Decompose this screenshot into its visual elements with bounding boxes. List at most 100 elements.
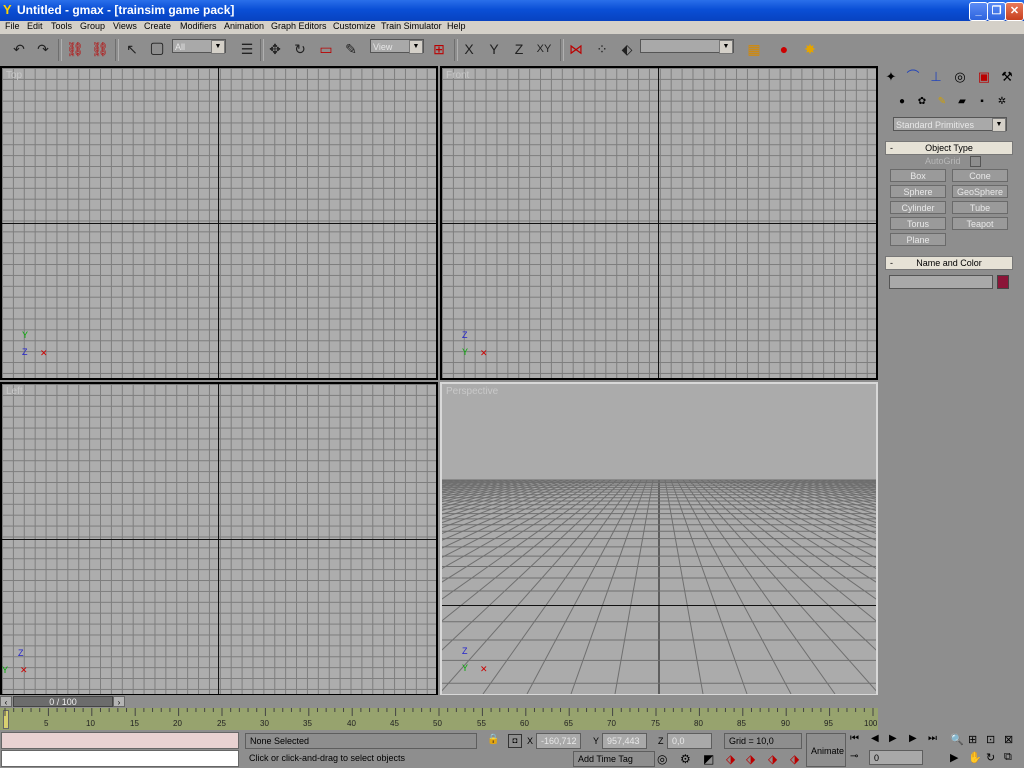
viewport-top[interactable]: Top Y Z ✕: [0, 66, 438, 380]
sphere-button[interactable]: Sphere: [890, 185, 946, 198]
scale-icon[interactable]: ▭: [317, 40, 335, 58]
plane-button[interactable]: Plane: [890, 233, 946, 246]
modify-tab-icon[interactable]: ⌒: [904, 68, 922, 86]
goto-start-icon[interactable]: ⏮: [850, 733, 859, 744]
motion-tab-icon[interactable]: ◎: [951, 68, 969, 86]
spinner-snap2-icon[interactable]: ⬗: [768, 752, 777, 766]
unlink-icon[interactable]: ⛓: [91, 40, 109, 58]
shapes-icon[interactable]: ✿: [915, 95, 929, 109]
grid-snap-icon[interactable]: ⬗: [790, 752, 799, 766]
schematic-icon[interactable]: ▦: [745, 40, 763, 58]
prev-frame-icon[interactable]: ◀: [871, 733, 879, 744]
menu-modifiers[interactable]: Modifiers: [180, 21, 217, 31]
key-mode-icon[interactable]: ◎: [657, 752, 667, 766]
menu-group[interactable]: Group: [80, 21, 105, 31]
hierarchy-tab-icon[interactable]: ⊥: [927, 68, 945, 86]
utilities-tab-icon[interactable]: ⚒: [998, 68, 1016, 86]
link-icon[interactable]: ⛓: [66, 40, 84, 58]
autogrid-checkbox[interactable]: [970, 156, 981, 167]
box-button[interactable]: Box: [890, 169, 946, 182]
lights-icon[interactable]: ✎: [935, 95, 949, 109]
selection-filter-dropdown[interactable]: All ▼: [172, 39, 226, 54]
mirror-icon[interactable]: ⋈: [567, 40, 585, 58]
zoom-extents-icon[interactable]: ⊡: [986, 733, 995, 746]
absolute-mode-icon[interactable]: ◘: [508, 734, 522, 748]
manipulate-icon[interactable]: ✎: [342, 40, 360, 58]
cylinder-button[interactable]: Cylinder: [890, 201, 946, 214]
zoom-icon[interactable]: 🔍: [950, 733, 964, 746]
z-coord-field[interactable]: 0,0: [667, 733, 712, 749]
menu-file[interactable]: File: [5, 21, 20, 31]
restrict-y-button[interactable]: Y: [485, 40, 503, 58]
cone-button[interactable]: Cone: [952, 169, 1008, 182]
close-button[interactable]: ✕: [1005, 2, 1024, 21]
move-icon[interactable]: ✥: [266, 40, 284, 58]
pan-icon[interactable]: ✋: [968, 751, 982, 764]
menu-graph-editors[interactable]: Graph Editors: [271, 21, 327, 31]
select-object-icon[interactable]: ↖: [123, 40, 141, 58]
prev-frame-arrow-icon[interactable]: ‹: [0, 696, 12, 707]
x-coord-field[interactable]: -160,712: [536, 733, 581, 749]
snaps-icon[interactable]: ⚙: [680, 752, 691, 766]
viewport-left[interactable]: Left Z Y ✕: [0, 382, 438, 696]
restrict-z-button[interactable]: Z: [510, 40, 528, 58]
arc-rotate-icon[interactable]: ↻: [986, 751, 995, 764]
track-bar[interactable]: 5 10 15 20 25 30 35 40 45 50 55 60 65 70…: [0, 708, 878, 730]
viewport-front[interactable]: Front Z Y ✕: [440, 66, 878, 380]
torus-button[interactable]: Torus: [890, 217, 946, 230]
object-type-rollout-header[interactable]: - Object Type: [885, 141, 1013, 155]
zoom-all-icon[interactable]: ⊞: [968, 733, 977, 746]
rotate-icon[interactable]: ↻: [291, 40, 309, 58]
object-name-input[interactable]: [889, 275, 993, 289]
spinner-snap-icon[interactable]: ⬗: [746, 752, 755, 766]
maximize-viewport-icon[interactable]: ⧉: [1004, 751, 1012, 764]
name-color-rollout-header[interactable]: - Name and Color: [885, 256, 1013, 270]
maxscript-listener-white[interactable]: [1, 750, 239, 767]
field-of-view-icon[interactable]: ▶: [950, 751, 958, 764]
menu-create[interactable]: Create: [144, 21, 171, 31]
undo-icon[interactable]: ↶: [10, 40, 28, 58]
reference-coordinate-dropdown[interactable]: View ▼: [370, 39, 424, 54]
tube-button[interactable]: Tube: [952, 201, 1008, 214]
select-by-name-icon[interactable]: ☰: [238, 40, 256, 58]
helpers-icon[interactable]: ▪: [975, 95, 989, 109]
restore-button[interactable]: ❐: [987, 2, 1006, 21]
menu-tools[interactable]: Tools: [51, 21, 72, 31]
pivot-center-icon[interactable]: ⊞: [430, 40, 448, 58]
goto-end-icon[interactable]: ⏭: [928, 733, 937, 744]
key-mode-toggle-icon[interactable]: ⊸: [850, 751, 858, 762]
restrict-xy-button[interactable]: XY: [535, 40, 553, 58]
menu-help[interactable]: Help: [447, 21, 466, 31]
current-frame-field[interactable]: 0: [869, 750, 923, 765]
menu-customize[interactable]: Customize: [333, 21, 376, 31]
material-editor-icon[interactable]: ●: [775, 40, 793, 58]
minimize-button[interactable]: _: [969, 2, 988, 21]
space-warps-icon[interactable]: ✲: [995, 95, 1009, 109]
restrict-x-button[interactable]: X: [460, 40, 478, 58]
zoom-extents-all-icon[interactable]: ⊠: [1004, 733, 1013, 746]
maxscript-listener-pink[interactable]: [1, 732, 239, 749]
y-coord-field[interactable]: 957,443: [602, 733, 647, 749]
cameras-icon[interactable]: ▰: [955, 95, 969, 109]
array-icon[interactable]: ⁘: [593, 40, 611, 58]
create-tab-icon[interactable]: ✦: [882, 68, 900, 86]
angle-snap-icon[interactable]: ◩: [703, 752, 714, 766]
menu-edit[interactable]: Edit: [27, 21, 43, 31]
geometry-icon[interactable]: ●: [895, 95, 909, 109]
next-frame-icon[interactable]: ▶: [909, 733, 917, 744]
object-color-swatch[interactable]: [997, 275, 1009, 289]
redo-icon[interactable]: ↷: [34, 40, 52, 58]
named-selection-dropdown[interactable]: ▼: [640, 39, 734, 54]
geosphere-button[interactable]: GeoSphere: [952, 185, 1008, 198]
lock-selection-icon[interactable]: 🔒: [487, 734, 499, 745]
select-region-icon[interactable]: ▢: [148, 40, 166, 58]
align-icon[interactable]: ⬖: [618, 40, 636, 58]
play-icon[interactable]: ▶: [889, 733, 897, 744]
menu-animation[interactable]: Animation: [224, 21, 264, 31]
next-frame-arrow-icon[interactable]: ›: [113, 696, 125, 707]
category-dropdown[interactable]: Standard Primitives ▼: [893, 117, 1007, 132]
menu-train-simulator[interactable]: Train Simulator: [381, 21, 442, 31]
render-icon[interactable]: ✸: [801, 40, 819, 58]
add-time-tag-button[interactable]: Add Time Tag: [573, 751, 655, 767]
menu-views[interactable]: Views: [113, 21, 137, 31]
